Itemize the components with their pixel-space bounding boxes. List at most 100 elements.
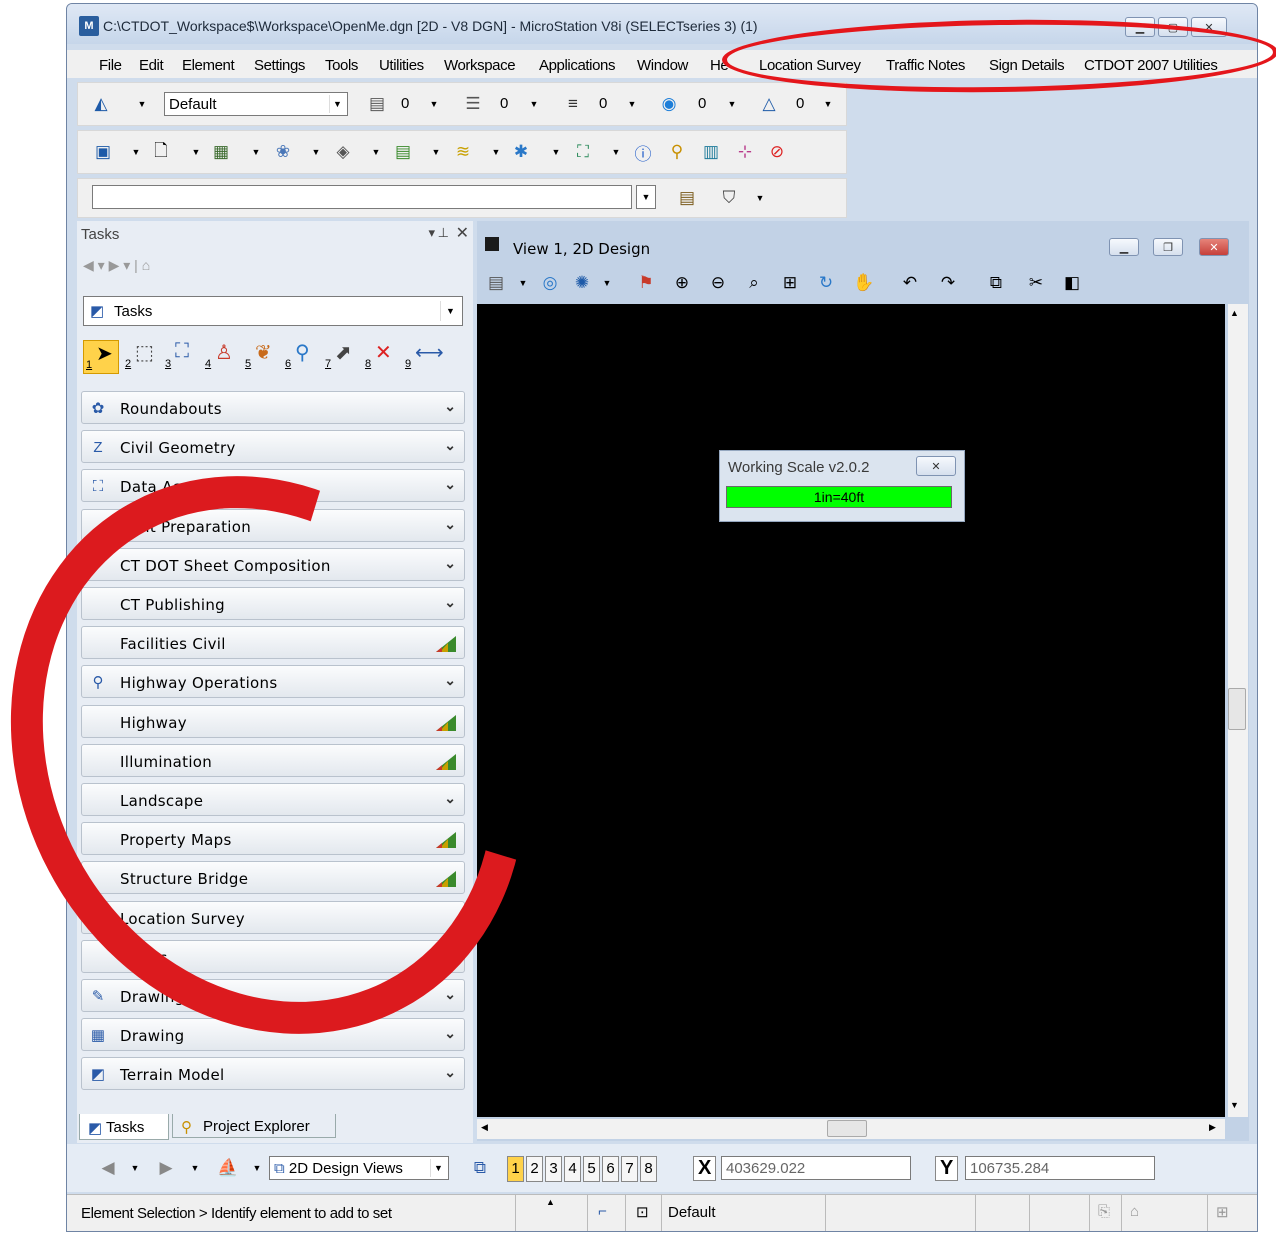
design-history-icon[interactable]: ▥ (696, 137, 726, 167)
menu-utilities[interactable]: Utilities (379, 57, 424, 74)
view-groups-icon[interactable]: ⧉ (465, 1153, 495, 1183)
display-style-icon[interactable]: ◎ (535, 268, 565, 298)
chevron-down-icon[interactable]: ▼ (430, 137, 442, 167)
chevron-down-icon[interactable]: ⌄ (444, 398, 456, 415)
chevron-down-icon[interactable]: ▼ (370, 137, 382, 167)
view-2-button[interactable]: 2 (526, 1156, 543, 1182)
design-file-icon[interactable]: ⎘ (1089, 1195, 1121, 1231)
level-combo[interactable]: Default ▼ (164, 92, 348, 116)
forward-icon[interactable]: ▶ (151, 1153, 181, 1183)
chevron-down-icon[interactable]: ▼ (250, 137, 262, 167)
design-canvas[interactable]: Working Scale v2.0.2 ✕ 1in=40ft (477, 304, 1225, 1117)
task-item-illumination[interactable]: Illumination (81, 743, 465, 777)
menu-workspace[interactable]: Workspace (444, 57, 516, 74)
view-8-button[interactable]: 8 (640, 1156, 657, 1182)
task-item-ct-publishing[interactable]: CT Publishing ⌄ (81, 587, 465, 620)
chevron-down-icon[interactable]: ⌄ (444, 986, 456, 1003)
transparency-icon[interactable]: ◉ (654, 89, 684, 119)
task-tool-2[interactable]: ⬚ 2 (123, 340, 159, 374)
active-element-icon[interactable]: ◭ (86, 89, 116, 119)
chevron-down-icon[interactable]: ⌄ (444, 476, 456, 493)
maximize-button[interactable]: ▢ (1158, 17, 1188, 37)
view-close-button[interactable]: ✕ (1199, 238, 1229, 256)
cancel-icon[interactable]: ⊘ (762, 137, 792, 167)
view-previous-icon[interactable]: ↶ (895, 268, 925, 298)
task-item-roundabouts[interactable]: ✿ Roundabouts ⌄ (81, 391, 465, 424)
task-item-structure-bridge[interactable]: Structure Bridge (81, 861, 465, 895)
views-combo[interactable]: ⧉ 2D Design Views ▼ (269, 1156, 449, 1180)
view-6-button[interactable]: 6 (602, 1156, 619, 1182)
task-tool-1[interactable]: ➤ 1 (83, 340, 119, 374)
chevron-down-icon[interactable]: ⌄ (444, 594, 456, 611)
minimize-button[interactable]: ▁ (1125, 17, 1155, 37)
chevron-down-icon[interactable]: ▼ (189, 1153, 201, 1183)
info-icon[interactable]: ⓘ (628, 137, 658, 167)
chevron-down-icon[interactable]: ⌄ (444, 790, 456, 807)
chevron-down-icon[interactable]: ⌄ (444, 555, 456, 572)
task-item-terrain-model[interactable]: ◩ Terrain Model ⌄ (81, 1057, 465, 1091)
window-area-icon[interactable]: ⌕ (739, 268, 769, 298)
chevron-down-icon[interactable]: ▼ (822, 89, 834, 119)
task-item-highway[interactable]: Highway (81, 704, 465, 738)
clip-volume-icon[interactable]: ✂ (1021, 268, 1051, 298)
task-item-drawing[interactable]: ✎ Drawing ⌄ (81, 979, 465, 1012)
scroll-left-icon[interactable]: ◀ (481, 1122, 488, 1133)
chevron-down-icon[interactable]: ▼ (129, 1153, 141, 1183)
raster-icon[interactable]: ❀ (268, 137, 298, 167)
view-3-button[interactable]: 3 (545, 1156, 562, 1182)
task-tool-9[interactable]: ⟷ 9 (403, 340, 444, 374)
line-style-icon[interactable]: ☰ (458, 89, 488, 119)
scroll-down-icon[interactable]: ▼ (1230, 1100, 1239, 1110)
task-item-data-acquisition[interactable]: ⛶ Data Acquisition ⌄ (81, 469, 465, 503)
chevron-down-icon[interactable]: ▼ (626, 89, 638, 119)
home-icon[interactable]: ⌂ (142, 257, 150, 273)
task-tool-7[interactable]: ⬈ 7 (323, 340, 359, 374)
task-item-drawing[interactable]: ▦ Drawing ⌄ (81, 1018, 465, 1052)
model-icon[interactable]: ▣ (88, 137, 118, 167)
chevron-down-icon[interactable]: ▼ (726, 89, 738, 119)
search-icon[interactable]: ⚲ (662, 137, 692, 167)
color-icon[interactable]: ▤ (362, 89, 392, 119)
close-icon[interactable]: ✕ (456, 223, 469, 243)
task-item-ct-dot-sheet-composition[interactable]: CT DOT Sheet Composition ⌄ (81, 547, 465, 581)
chevron-down-icon[interactable]: ▼ (550, 137, 562, 167)
scroll-right-icon[interactable]: ▶ (1209, 1122, 1216, 1133)
update-view-icon[interactable]: ⚑ (631, 268, 661, 298)
chevron-down-icon[interactable]: ▼ (517, 268, 529, 298)
zoom-out-icon[interactable]: ⊖ (703, 268, 733, 298)
menu-sign-details[interactable]: Sign Details (989, 57, 1065, 74)
key-in-browser-icon[interactable]: ▤ (672, 183, 702, 213)
x-coordinate-field[interactable] (721, 1156, 911, 1180)
task-tool-3[interactable]: ⛶ 3 (163, 340, 199, 374)
layers-icon[interactable]: ≋ (448, 137, 478, 167)
view-menu-icon[interactable] (485, 237, 499, 251)
task-tool-5[interactable]: ❦ 5 (243, 340, 279, 374)
view-4-button[interactable]: 4 (564, 1156, 581, 1182)
level-manager-icon[interactable]: ▤ (388, 137, 418, 167)
view-5-button[interactable]: 5 (583, 1156, 600, 1182)
task-item-property-maps[interactable]: Property Maps (81, 822, 465, 856)
chevron-down-icon[interactable]: ⌄ (444, 1025, 456, 1042)
horizontal-scrollbar[interactable]: ◀ ▶ (477, 1119, 1225, 1139)
task-tool-6[interactable]: ⚲ 6 (283, 340, 319, 374)
view-restore-button[interactable]: ❐ (1153, 238, 1183, 256)
panel-menu-icon[interactable]: ▾ (428, 225, 435, 241)
scroll-thumb[interactable] (1228, 688, 1246, 730)
pan-view-icon[interactable]: ✋ (849, 268, 879, 298)
task-tool-8[interactable]: ✕ 8 (363, 340, 399, 374)
scroll-up-icon[interactable]: ▲ (1230, 308, 1239, 318)
message-center-icon[interactable]: ⊞ (1207, 1195, 1247, 1231)
view-attributes-icon[interactable]: ▤ (481, 268, 511, 298)
rotate-view-icon[interactable]: ↻ (811, 268, 841, 298)
chevron-down-icon[interactable]: ⌄ (444, 1064, 456, 1081)
menu-element[interactable]: Element (182, 57, 235, 74)
zoom-in-icon[interactable]: ⊕ (667, 268, 697, 298)
vertical-scrollbar[interactable]: ▲ ▼ (1228, 304, 1248, 1117)
chevron-down-icon[interactable]: ▼ (754, 183, 766, 213)
task-tool-4[interactable]: ♙ 4 (203, 340, 239, 374)
lighting-icon[interactable]: ✺ (567, 268, 597, 298)
back-icon[interactable]: ◀ (83, 257, 94, 273)
back-icon[interactable]: ◀ (93, 1153, 123, 1183)
menu-tools[interactable]: Tools (325, 57, 358, 74)
chevron-down-icon[interactable]: ▼ (136, 89, 148, 119)
